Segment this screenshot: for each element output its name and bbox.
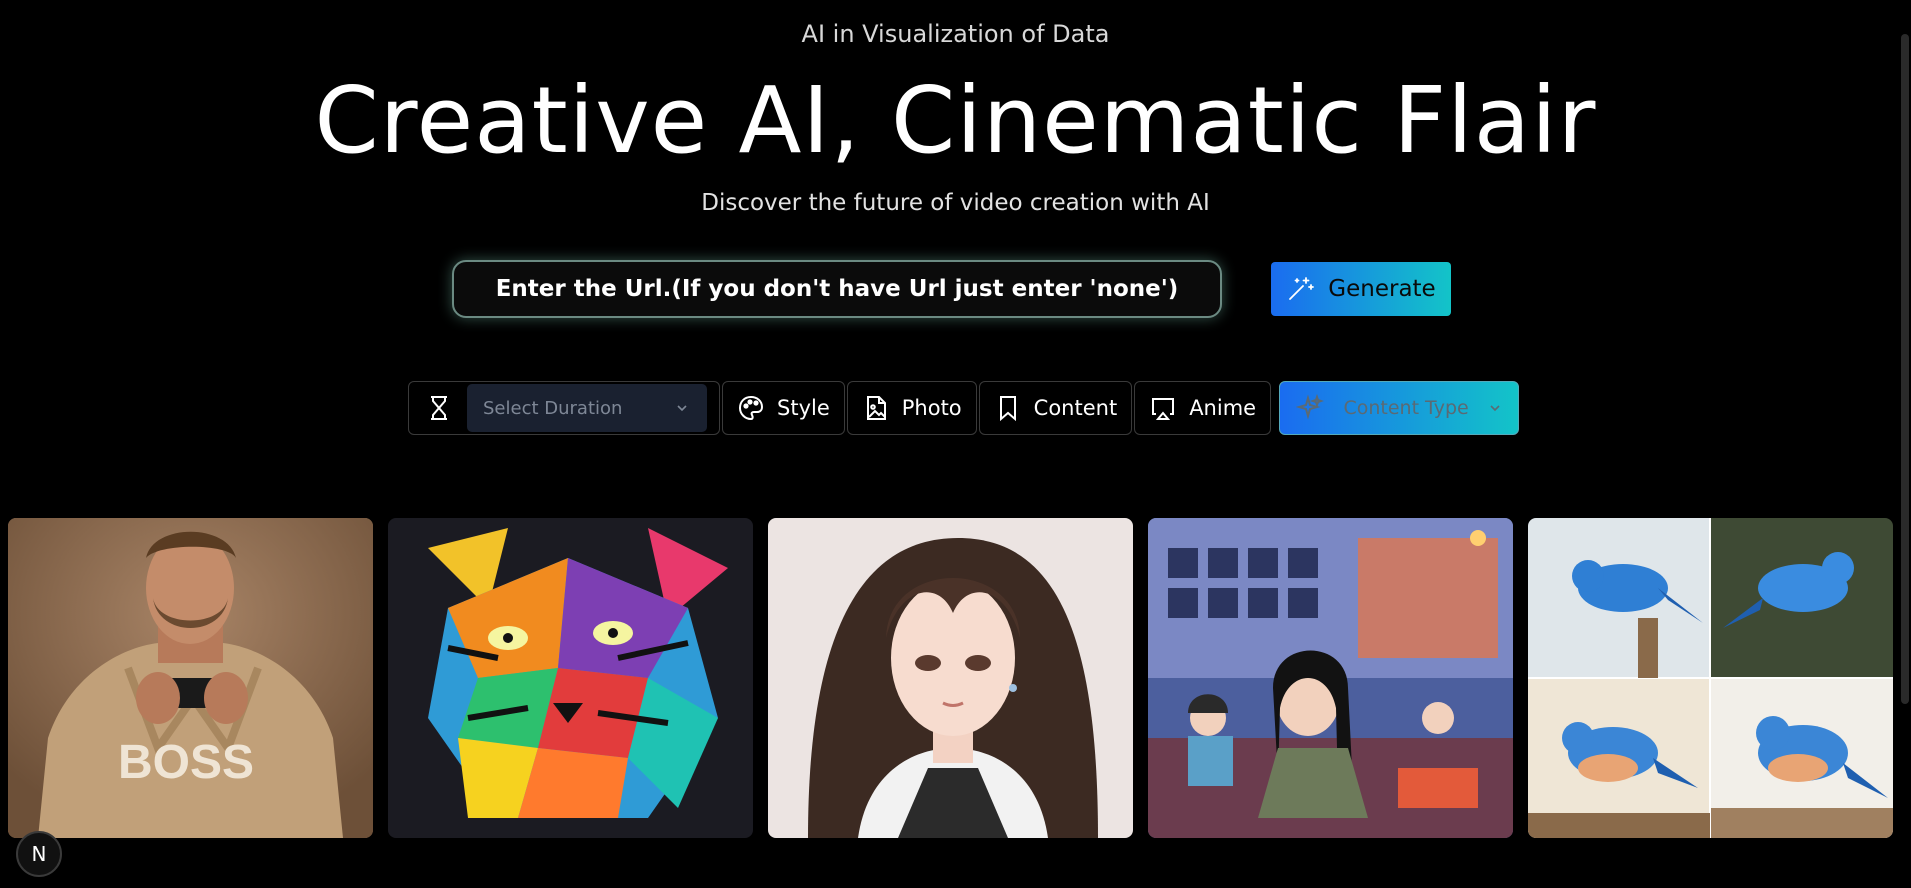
chevron-down-icon — [1490, 405, 1500, 412]
image-gallery: BOSS — [8, 518, 1893, 838]
anime-girl-image — [768, 518, 1133, 838]
style-label: Style — [777, 396, 830, 420]
gallery-card-tiger[interactable] — [388, 518, 753, 838]
duration-group: Select Duration — [408, 381, 720, 435]
options-toolbar: Select Duration Style Photo Content Anim… — [408, 381, 1521, 435]
content-type-placeholder: Content Type — [1343, 397, 1469, 419]
gallery-card-bluebirds[interactable] — [1528, 518, 1893, 838]
page-eyebrow: AI in Visualization of Data — [801, 20, 1110, 48]
hourglass-icon — [431, 396, 447, 420]
n-badge[interactable]: N — [16, 831, 62, 877]
sparkles-icon — [1296, 394, 1325, 420]
chevron-down-icon — [677, 405, 687, 412]
content-button[interactable]: Content — [978, 381, 1133, 435]
photo-label: Photo — [901, 396, 962, 420]
palette-icon — [738, 395, 764, 421]
bluebirds-image — [1528, 518, 1893, 838]
anime-button[interactable]: Anime — [1134, 381, 1272, 435]
bookmark-icon — [999, 396, 1016, 422]
photo-button[interactable]: Photo — [846, 381, 977, 435]
svg-text:BOSS: BOSS — [118, 736, 254, 789]
page-title: Creative AI, Cinematic Flair — [314, 67, 1597, 174]
url-input[interactable] — [452, 260, 1222, 318]
artist-studio-image — [1148, 518, 1513, 838]
page-subtitle: Discover the future of video creation wi… — [701, 190, 1210, 216]
generate-label: Generate — [1328, 276, 1436, 302]
tiger-image — [388, 518, 753, 838]
man-portrait-image: BOSS — [8, 518, 373, 838]
anime-label: Anime — [1189, 396, 1257, 420]
duration-select[interactable]: Select Duration — [467, 384, 707, 432]
content-label: Content — [1033, 396, 1118, 420]
style-button[interactable]: Style — [722, 381, 845, 435]
gallery-card-artist-studio[interactable] — [1148, 518, 1513, 838]
airplay-icon — [1152, 398, 1175, 420]
gallery-card-anime-girl[interactable] — [768, 518, 1133, 838]
gallery-card-man[interactable]: BOSS — [8, 518, 373, 838]
duration-placeholder: Select Duration — [483, 397, 623, 419]
generate-button[interactable]: Generate — [1271, 262, 1451, 316]
image-file-icon — [866, 396, 886, 420]
scrollbar[interactable] — [1901, 34, 1909, 704]
content-type-select[interactable]: Content Type — [1279, 381, 1520, 435]
magic-wand-icon — [1289, 277, 1315, 300]
